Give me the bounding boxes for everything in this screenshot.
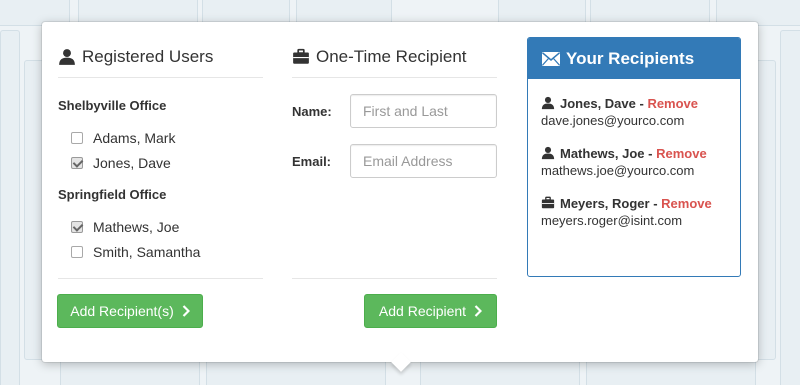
remove-link[interactable]: Remove (656, 146, 707, 161)
checkbox[interactable] (71, 131, 83, 144)
recipient-item: Jones, Dave - Remove dave.jones@yourco.c… (541, 94, 727, 130)
user-name: Mathews, Joe (93, 218, 180, 235)
user-name: Smith, Samantha (93, 243, 201, 260)
group-label: Springfield Office (58, 187, 167, 202)
chevron-right-icon (182, 305, 190, 317)
remove-link[interactable]: Remove (661, 196, 712, 211)
one-time-recipient-section: One-Time Recipient Name: Email: (292, 22, 497, 178)
add-recipients-label: Add Recipient(s) (70, 303, 174, 319)
add-recipients-popover: Registered Users Shelbyville Office Adam… (42, 22, 758, 372)
add-recipient-label: Add Recipient (378, 303, 467, 319)
name-label: Name: (292, 103, 332, 119)
checkbox[interactable] (71, 245, 83, 258)
one-time-recipient-title: One-Time Recipient (316, 46, 467, 66)
briefcase-icon (293, 48, 309, 64)
group-label: Shelbyville Office (58, 98, 167, 113)
user-checkbox-row[interactable]: Mathews, Joe (58, 214, 263, 239)
name-input[interactable] (350, 94, 497, 128)
envelope-icon (542, 51, 560, 66)
add-recipients-button[interactable]: Add Recipient(s) (57, 294, 203, 328)
user-name: Jones, Dave (93, 154, 171, 171)
divider (58, 278, 263, 279)
email-form-row: Email: (292, 144, 497, 178)
recipient-item: Meyers, Roger - Remove meyers.roger@isin… (541, 194, 727, 230)
user-icon (541, 96, 555, 110)
your-recipients-title: Your Recipients (566, 48, 695, 68)
user-checkbox-row[interactable]: Smith, Samantha (58, 239, 263, 264)
separator: - (644, 145, 657, 161)
recipient-item: Mathews, Joe - Remove mathews.joe@yourco… (541, 144, 727, 180)
user-checkbox-row[interactable]: Jones, Dave (58, 150, 263, 175)
registered-users-section: Registered Users Shelbyville Office Adam… (58, 22, 263, 264)
user-checkbox-row[interactable]: Adams, Mark (58, 125, 263, 150)
separator: - (649, 195, 662, 211)
your-recipients-heading: Your Recipients (528, 38, 740, 79)
recipients-list: Jones, Dave - Remove dave.jones@yourco.c… (528, 79, 740, 230)
recipient-name: Mathews, Joe (560, 145, 645, 161)
recipient-email: mathews.joe@yourco.com (541, 163, 695, 178)
registered-users-heading: Registered Users (58, 22, 263, 78)
user-icon (59, 48, 75, 65)
email-label: Email: (292, 153, 332, 169)
user-name: Adams, Mark (93, 129, 176, 146)
separator: - (635, 95, 648, 111)
recipient-email: meyers.roger@isint.com (541, 213, 683, 228)
checkbox[interactable] (71, 220, 83, 233)
name-form-row: Name: (292, 94, 497, 128)
chevron-right-icon (474, 305, 483, 317)
briefcase-icon (541, 196, 555, 209)
add-recipient-button[interactable]: Add Recipient (364, 294, 497, 328)
recipient-name: Meyers, Roger (560, 195, 650, 211)
checkbox[interactable] (71, 156, 83, 169)
one-time-recipient-heading: One-Time Recipient (292, 22, 497, 78)
user-icon (541, 146, 555, 160)
your-recipients-panel: Your Recipients Jones, Dave - Remove dav… (527, 37, 741, 277)
registered-users-title: Registered Users (82, 46, 214, 66)
email-input[interactable] (350, 144, 497, 178)
divider (292, 278, 497, 279)
recipient-email: dave.jones@yourco.com (541, 113, 685, 128)
remove-link[interactable]: Remove (647, 96, 698, 111)
recipient-name: Jones, Dave (560, 95, 636, 111)
